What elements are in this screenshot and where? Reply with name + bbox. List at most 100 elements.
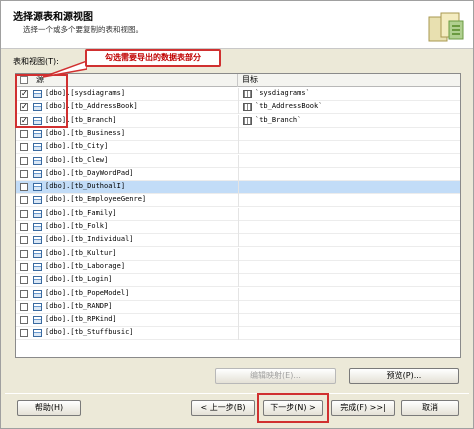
table-row[interactable]: [dbo].[tb_Laborage] (16, 260, 460, 274)
source-destination-grid: 源 目标 ✓ [dbo].[sysdiagrams] `sysdiagrams` ✓ [… (15, 73, 461, 358)
table-icon (33, 316, 42, 325)
destination-cell[interactable] (238, 247, 460, 261)
destination-cell[interactable]: `tb_Branch` (238, 114, 460, 128)
row-checkbox[interactable] (20, 236, 28, 245)
source-table-name: [dbo].[tb_Branch] (45, 115, 117, 124)
destination-cell[interactable] (238, 260, 460, 274)
row-checkbox[interactable] (20, 209, 28, 218)
row-checkbox[interactable] (20, 329, 28, 338)
destination-cell[interactable] (238, 154, 460, 168)
destination-cell[interactable] (238, 194, 460, 208)
destination-column-header[interactable]: 目标 (238, 74, 460, 87)
table-icon (33, 236, 42, 245)
table-icon (33, 103, 42, 112)
row-checkbox[interactable]: ✓ (20, 90, 28, 98)
destination-cell[interactable] (238, 234, 460, 248)
destination-cell[interactable] (238, 167, 460, 181)
row-checkbox[interactable]: ✓ (20, 116, 28, 125)
button-separator (5, 393, 469, 394)
table-icon (33, 183, 42, 192)
table-row[interactable]: [dbo].[tb_DuthoalI] (16, 181, 460, 195)
page-title: 选择源表和源视图 (13, 12, 93, 23)
edit-mapping-button[interactable]: 编辑映射(E)... (215, 368, 336, 384)
table-icon (33, 169, 42, 178)
row-checkbox[interactable] (20, 276, 28, 285)
table-row[interactable]: ✓ [dbo].[tb_Branch] `tb_Branch` (16, 114, 460, 128)
row-checkbox[interactable] (20, 156, 28, 165)
table-row[interactable]: [dbo].[tb_EmployeeGenre] (16, 194, 460, 208)
destination-cell[interactable] (238, 300, 460, 314)
table-row[interactable]: [dbo].[tb_Clew] (16, 154, 460, 168)
source-table-name: [dbo].[tb_Individual] (45, 235, 134, 244)
row-checkbox[interactable] (20, 289, 28, 298)
back-button[interactable]: < 上一步(B) (191, 400, 255, 416)
table-row[interactable]: [dbo].[tb_RANDP] (16, 300, 460, 314)
table-row[interactable]: [dbo].[tb_PopeModel] (16, 287, 460, 301)
table-icon (33, 262, 42, 271)
destination-cell[interactable] (238, 221, 460, 234)
table-row[interactable]: [dbo].[tb_Business] (16, 127, 460, 141)
destination-cell[interactable]: `sysdiagrams` (238, 88, 460, 101)
destination-table-icon (243, 116, 252, 125)
destination-cell[interactable]: `tb_AddressBook` (238, 101, 460, 115)
source-table-name: [dbo].[tb_RPKind] (45, 315, 117, 324)
table-icon (33, 90, 42, 98)
select-all-checkbox[interactable] (20, 76, 28, 84)
table-icon (33, 276, 42, 285)
table-icon (33, 143, 42, 152)
preview-button[interactable]: 预览(P)... (349, 368, 459, 384)
table-row[interactable]: [dbo].[tb_City] (16, 141, 460, 155)
source-table-name: [dbo].[tb_Kultur] (45, 248, 117, 257)
finish-button[interactable]: 完成(F) >>| (331, 400, 395, 416)
page-subtitle: 选择一个或多个要复制的表和视图。 (23, 25, 143, 34)
table-icon (33, 302, 42, 311)
destination-cell[interactable] (238, 314, 460, 328)
source-table-name: [dbo].[tb_Business] (45, 128, 126, 137)
row-checkbox[interactable] (20, 249, 28, 258)
next-button[interactable]: 下一步(N) > (263, 400, 323, 416)
row-checkbox[interactable] (20, 143, 28, 152)
source-table-name: [dbo].[tb_City] (45, 142, 109, 151)
row-checkbox[interactable] (20, 183, 28, 192)
table-row[interactable]: [dbo].[tb_Family] (16, 207, 460, 221)
table-row[interactable]: [dbo].[tb_RPKind] (16, 314, 460, 328)
destination-cell[interactable] (238, 127, 460, 141)
source-table-name: [dbo].[tb_EmployeeGenre] (45, 195, 147, 204)
table-icon (33, 156, 42, 165)
source-column-header[interactable]: 源 (32, 74, 238, 87)
destination-cell[interactable] (238, 141, 460, 155)
annotation-callout: 勾选需要导出的数据表部分 (85, 49, 221, 67)
cancel-button[interactable]: 取消 (401, 400, 459, 416)
source-table-name: [dbo].[tb_AddressBook] (45, 102, 138, 111)
table-row[interactable]: ✓ [dbo].[tb_AddressBook] `tb_AddressBook` (16, 101, 460, 115)
table-row[interactable]: [dbo].[tb_Individual] (16, 234, 460, 248)
table-icon (33, 289, 42, 298)
row-checkbox[interactable] (20, 316, 28, 325)
check-mark-icon: ✓ (21, 89, 28, 98)
table-row[interactable]: [dbo].[tb_Kultur] (16, 247, 460, 261)
table-row[interactable]: [dbo].[tb_Stuffbusic] (16, 327, 460, 341)
wizard-banner-icon (428, 12, 464, 42)
row-checkbox[interactable] (20, 196, 28, 205)
destination-cell[interactable] (238, 181, 460, 195)
source-table-name: [dbo].[tb_Family] (45, 208, 117, 217)
source-table-name: [dbo].[tb_Stuffbusic] (45, 328, 134, 337)
table-row[interactable]: [dbo].[tb_DayWordPad] (16, 167, 460, 181)
row-checkbox[interactable] (20, 302, 28, 311)
help-button[interactable]: 帮助(H) (17, 400, 81, 416)
row-checkbox[interactable] (20, 262, 28, 271)
destination-cell[interactable] (238, 274, 460, 288)
row-checkbox[interactable] (20, 169, 28, 178)
row-checkbox[interactable] (20, 129, 28, 138)
row-checkbox[interactable] (20, 223, 28, 231)
table-row[interactable]: [dbo].[tb_Login] (16, 274, 460, 288)
destination-table-icon (243, 90, 252, 98)
grid-header: 源 目标 (16, 74, 460, 87)
destination-cell[interactable] (238, 287, 460, 301)
row-checkbox[interactable]: ✓ (20, 103, 28, 112)
table-row[interactable]: ✓ [dbo].[sysdiagrams] `sysdiagrams` (16, 88, 460, 101)
destination-cell[interactable] (238, 207, 460, 221)
table-row[interactable]: [dbo].[tb_Folk] (16, 221, 460, 234)
table-icon (33, 209, 42, 218)
destination-cell[interactable] (238, 327, 460, 341)
